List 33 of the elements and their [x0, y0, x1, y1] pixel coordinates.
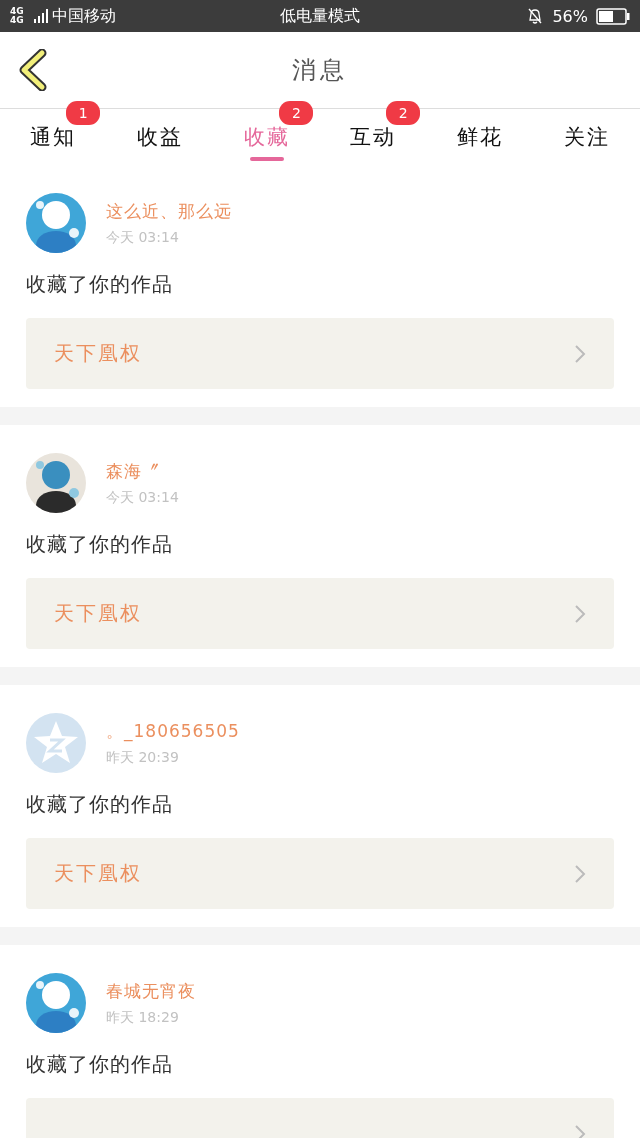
- default-avatar-icon: [26, 713, 86, 773]
- power-mode-label: 低电量模式: [280, 5, 360, 27]
- carrier-label: 中国移动: [52, 5, 116, 27]
- battery-icon: [596, 7, 630, 25]
- count-badge: 2: [279, 101, 314, 125]
- count-badge: 2: [386, 101, 421, 125]
- message-text: 收藏了你的作品: [26, 531, 174, 558]
- chevron-icon: [574, 1123, 586, 1138]
- work-link[interactable]: 天下凰权: [26, 838, 614, 909]
- tab[interactable]: 鲜花: [426, 109, 534, 165]
- signal-icon: [34, 9, 48, 23]
- network-label: 4G 4G: [10, 7, 25, 25]
- message-text: 收藏了你的作品: [26, 1051, 174, 1078]
- user-name[interactable]: 。_180656505: [106, 719, 240, 743]
- work-link[interactable]: 天下凰权: [26, 318, 614, 389]
- chevron-icon: [574, 863, 586, 884]
- tab[interactable]: 关注: [533, 109, 640, 165]
- message-text: 收藏了你的作品: [26, 271, 174, 298]
- user-name[interactable]: 森海〞: [106, 459, 179, 483]
- tab[interactable]: 收益: [106, 109, 214, 165]
- page-title: 消息: [292, 55, 348, 86]
- count-badge: 1: [66, 101, 101, 125]
- message-text: 收藏了你的作品: [26, 791, 174, 818]
- timestamp: 今天 03:14: [106, 228, 180, 247]
- timestamp: 昨天 18:29: [106, 1008, 180, 1027]
- timestamp: 昨天 20:39: [106, 748, 180, 767]
- work-link[interactable]: 天下凰权: [26, 578, 614, 649]
- user-name[interactable]: 这么近、那么远: [106, 199, 232, 223]
- chevron-icon: [574, 343, 586, 364]
- battery-label: 56%: [552, 6, 588, 26]
- timestamp: 今天 03:14: [106, 488, 179, 507]
- user-name[interactable]: 春城无宵夜: [106, 979, 196, 1003]
- chevron-icon: [574, 603, 586, 624]
